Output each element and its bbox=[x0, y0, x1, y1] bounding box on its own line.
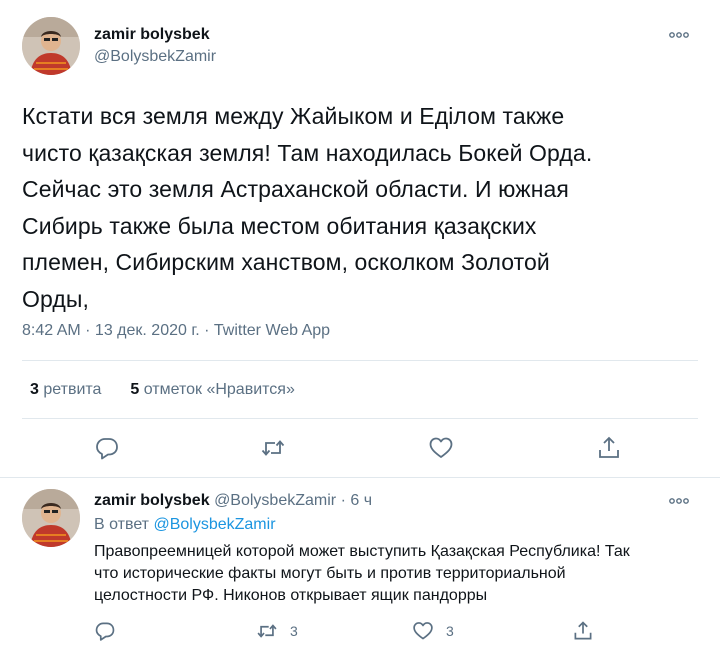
retweets-label[interactable]: ретвита bbox=[43, 381, 101, 398]
divider bbox=[22, 418, 698, 419]
reply-text-line: что исторические факты могут быть и прот… bbox=[94, 565, 566, 582]
reply-text-line: Правопреемницей которой может выступить … bbox=[94, 543, 630, 560]
tweet-text-line: Орды, bbox=[22, 285, 89, 312]
likes-label[interactable]: отметок «Нравится» bbox=[144, 381, 295, 398]
engagement-stats: 3 ретвита 5 отметок «Нравится» bbox=[30, 381, 295, 399]
retweets-count[interactable]: 3 bbox=[30, 381, 39, 398]
share-icon[interactable] bbox=[596, 435, 622, 461]
share-button[interactable] bbox=[572, 620, 594, 642]
like-count: 3 bbox=[446, 623, 454, 639]
author-handle[interactable]: @BolysbekZamir bbox=[94, 48, 216, 66]
reply-icon bbox=[95, 622, 115, 641]
like-button[interactable]: 3 bbox=[412, 620, 454, 642]
retweet-count: 3 bbox=[290, 623, 298, 639]
avatar[interactable] bbox=[22, 17, 80, 75]
more-icon[interactable] bbox=[668, 496, 690, 506]
tweet-text-line: Кстати вся земля между Жайыком и Еділом … bbox=[22, 103, 565, 129]
more-icon[interactable] bbox=[668, 30, 690, 40]
tweet-timestamp[interactable]: 8:42 AM · 13 дек. 2020 г. · Twitter Web … bbox=[22, 322, 330, 340]
author-name[interactable]: zamir bolysbek bbox=[94, 26, 210, 44]
reply-mention-link[interactable]: @BolysbekZamir bbox=[153, 516, 275, 533]
tweet-text: Кстати вся земля между Жайыком и Еділом … bbox=[22, 98, 702, 317]
author-name[interactable]: zamir bolysbek bbox=[94, 492, 210, 509]
replying-to: В ответ @BolysbekZamir bbox=[94, 516, 276, 534]
like-icon bbox=[413, 622, 433, 640]
retweet-icon bbox=[257, 624, 277, 638]
reply-header: zamir bolysbek @BolysbekZamir · 6 ч bbox=[94, 492, 372, 510]
main-tweet: zamir bolysbek @BolysbekZamir Кстати вся… bbox=[0, 0, 720, 478]
avatar[interactable] bbox=[22, 489, 80, 547]
separator: · bbox=[340, 492, 346, 509]
tweet-text-line: племен, Сибирским ханством, осколком Зол… bbox=[22, 249, 550, 275]
divider bbox=[22, 360, 698, 361]
reply-icon[interactable] bbox=[94, 435, 120, 461]
tweet-text-line: Сибирь также была местом обитания қазақс… bbox=[22, 212, 537, 239]
reply-prefix: В ответ bbox=[94, 516, 150, 533]
retweet-button[interactable]: 3 bbox=[256, 620, 298, 642]
like-icon[interactable] bbox=[428, 435, 454, 461]
share-icon bbox=[574, 621, 592, 640]
reply-button[interactable] bbox=[94, 620, 116, 642]
reply-text-line: целостности РФ. Никонов открывает ящик п… bbox=[94, 587, 488, 604]
tweet-time[interactable]: 6 ч bbox=[350, 492, 372, 509]
author-handle[interactable]: @BolysbekZamir bbox=[214, 492, 336, 509]
reply-text: Правопреемницей которой может выступить … bbox=[94, 541, 704, 607]
tweet-text-line: чисто қазақская земля! Там находилась Бо… bbox=[22, 139, 593, 166]
retweet-icon[interactable] bbox=[260, 435, 286, 461]
likes-count[interactable]: 5 bbox=[130, 381, 139, 398]
tweet-text-line: Сейчас это земля Астраханской области. И… bbox=[22, 176, 569, 202]
